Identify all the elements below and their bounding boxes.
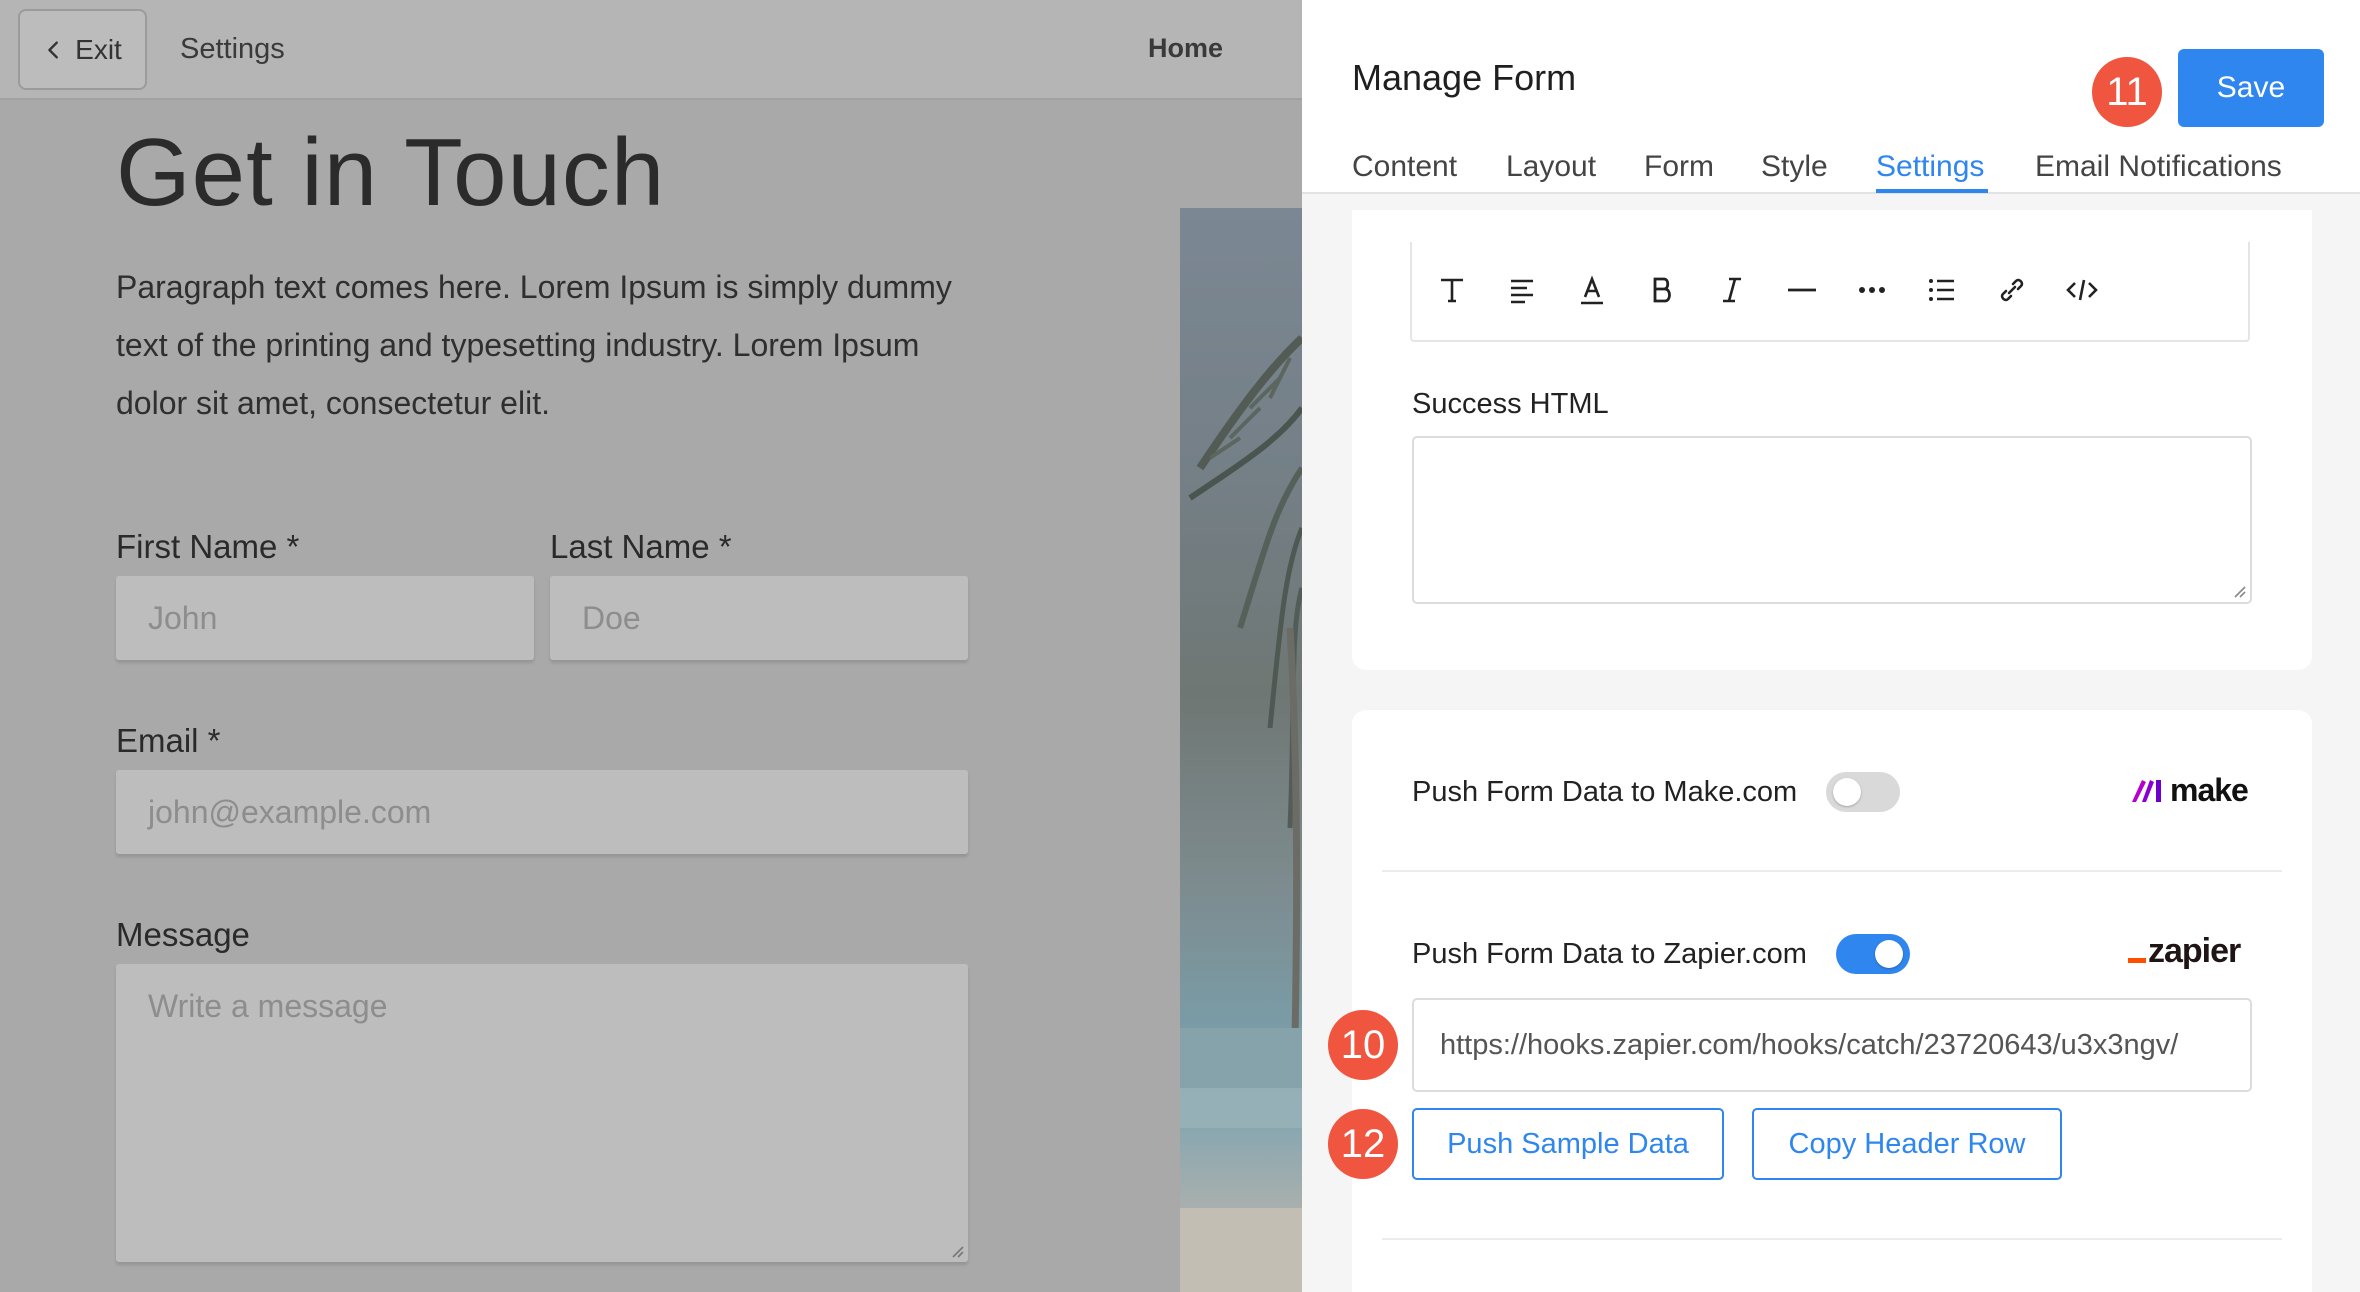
- rich-text-toolbar: [1410, 242, 2250, 342]
- email-label: Email *: [116, 722, 221, 759]
- site-preview: Exit Settings Home Get in Touch Paragrap…: [0, 0, 1302, 1292]
- resize-grip-icon[interactable]: [2230, 582, 2246, 598]
- first-name-input[interactable]: John: [116, 576, 534, 660]
- make-push-label: Push Form Data to Make.com: [1412, 776, 1798, 808]
- step-marker-10: 10: [1328, 1010, 1398, 1080]
- tab-content[interactable]: Content: [1352, 150, 1457, 184]
- zapier-webhook-url-input[interactable]: https://hooks.zapier.com/hooks/catch/237…: [1412, 998, 2252, 1092]
- make-logo: make: [2130, 772, 2249, 809]
- topbar-settings-label[interactable]: Settings: [180, 33, 285, 66]
- code-icon[interactable]: [2062, 270, 2102, 310]
- tab-style[interactable]: Style: [1761, 150, 1828, 184]
- link-icon[interactable]: [1992, 270, 2032, 310]
- align-icon[interactable]: [1502, 270, 1542, 310]
- success-html-textarea[interactable]: [1412, 436, 2252, 604]
- page-paragraph: Paragraph text comes here. Lorem Ipsum i…: [116, 269, 952, 421]
- copy-header-row-button[interactable]: Copy Header Row: [1752, 1108, 2062, 1180]
- more-icon[interactable]: [1852, 270, 1892, 310]
- active-tab-indicator: [1876, 189, 1988, 193]
- palm-tree-illustration: [1180, 335, 1302, 1292]
- message-textarea[interactable]: Write a message: [116, 964, 968, 1262]
- editor-topbar: Exit Settings Home: [0, 0, 1302, 100]
- horizontal-rule-icon[interactable]: [1782, 270, 1822, 310]
- step-marker-12: 12: [1328, 1109, 1398, 1179]
- topbar-home-link[interactable]: Home: [1148, 33, 1223, 64]
- list-icon[interactable]: [1922, 270, 1962, 310]
- tab-settings[interactable]: Settings: [1876, 150, 1984, 184]
- exit-button[interactable]: Exit: [18, 9, 147, 90]
- zapier-push-label: Push Form Data to Zapier.com: [1412, 938, 1807, 970]
- make-logo-icon: [2132, 779, 2161, 802]
- zapier-logo: zapier: [2128, 932, 2241, 971]
- last-name-input[interactable]: Doe: [550, 576, 968, 660]
- success-html-label: Success HTML: [1412, 388, 1609, 420]
- tab-form[interactable]: Form: [1644, 150, 1714, 184]
- last-name-label: Last Name *: [550, 528, 732, 565]
- push-sample-data-button[interactable]: Push Sample Data: [1412, 1108, 1724, 1180]
- step-marker-11: 11: [2092, 57, 2162, 127]
- italic-icon[interactable]: [1712, 270, 1752, 310]
- exit-label: Exit: [75, 33, 122, 65]
- make-logo-text: make: [2170, 772, 2249, 808]
- integrations-card: Push Form Data to Make.com make Push For…: [1328, 710, 2312, 1292]
- zapier-toggle[interactable]: [1836, 934, 1910, 974]
- resize-grip-icon[interactable]: [948, 1242, 964, 1258]
- page-heading: Get in Touch: [116, 119, 666, 226]
- first-name-label: First Name *: [116, 528, 300, 565]
- messages-settings-card: Success HTML: [1352, 210, 2312, 670]
- tab-email-notifications[interactable]: Email Notifications: [2035, 150, 2282, 184]
- chevron-left-icon: [48, 40, 59, 59]
- section-divider: [1382, 870, 2282, 872]
- section-divider: [1382, 1238, 2282, 1240]
- zapier-logo-text: zapier: [2148, 932, 2241, 970]
- text-style-icon[interactable]: [1432, 270, 1472, 310]
- panel-header: Manage Form 11 Save Content Layout Form …: [1302, 0, 2360, 194]
- manage-form-panel: Manage Form 11 Save Content Layout Form …: [1302, 0, 2360, 1292]
- bold-icon[interactable]: [1642, 270, 1682, 310]
- tab-layout[interactable]: Layout: [1506, 150, 1596, 184]
- text-color-icon[interactable]: [1572, 270, 1612, 310]
- zapier-logo-mark: [2128, 958, 2146, 963]
- make-toggle[interactable]: [1826, 772, 1900, 812]
- beach-photo: [1180, 208, 1302, 1292]
- message-label: Message: [116, 916, 250, 953]
- save-button[interactable]: Save: [2178, 49, 2324, 127]
- message-placeholder: Write a message: [148, 988, 388, 1024]
- panel-title: Manage Form: [1352, 57, 1577, 98]
- email-input[interactable]: john@example.com: [116, 770, 968, 854]
